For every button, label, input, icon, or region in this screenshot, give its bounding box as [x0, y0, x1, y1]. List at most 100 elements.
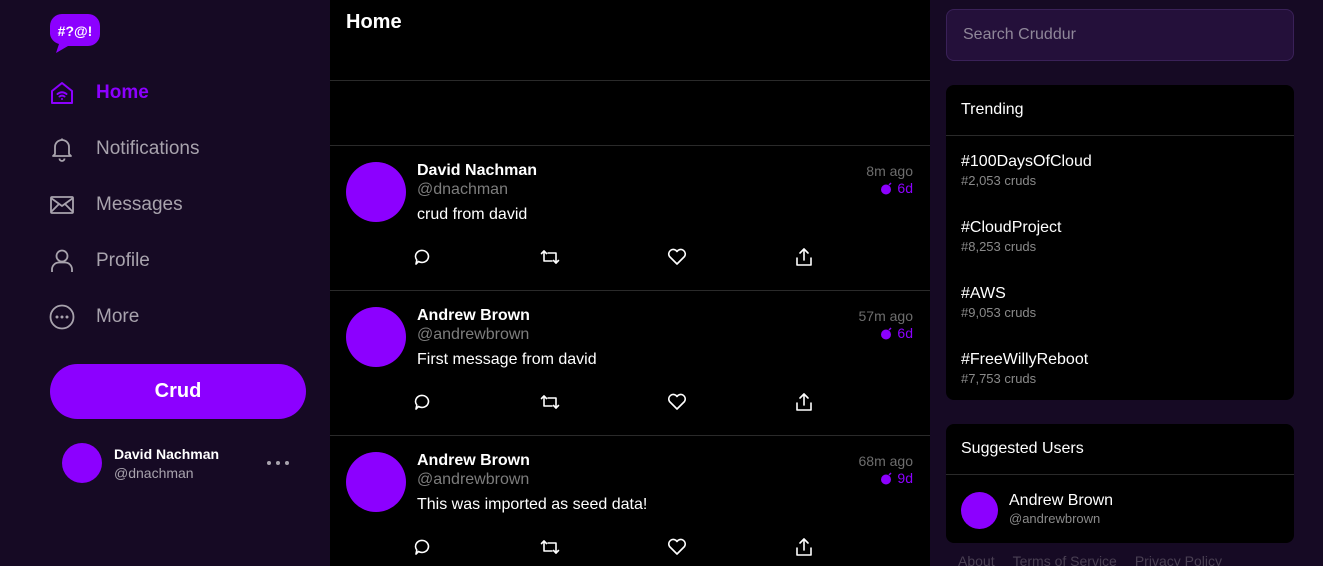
repost-icon — [540, 540, 560, 554]
avatar[interactable] — [346, 452, 406, 512]
reply-button[interactable] — [413, 247, 433, 267]
reply-icon — [414, 539, 430, 555]
post[interactable]: Andrew Brown @andrewbrown First message … — [330, 291, 930, 436]
feed: Home David Nachman @dnachman crud from d… — [330, 0, 930, 566]
post-expires-label: 9d — [897, 470, 913, 486]
sidebar-item-more[interactable]: More — [48, 301, 139, 333]
bomb-icon — [880, 326, 893, 340]
post-display-name[interactable]: Andrew Brown — [417, 307, 530, 325]
app: #?@! Home Notifications Messages Profile… — [0, 0, 1323, 566]
reply-icon — [414, 394, 430, 410]
trend-name: #FreeWillyReboot — [961, 351, 1089, 368]
share-icon — [796, 248, 812, 266]
post-expires-label: 6d — [897, 325, 913, 341]
profile-handle: @dnachman — [114, 465, 194, 481]
sidebar-item-profile[interactable]: Profile — [48, 245, 150, 277]
post-message: This was imported as seed data! — [417, 496, 648, 513]
trend-count: #7,753 cruds — [961, 371, 1037, 386]
repost-icon — [540, 395, 560, 409]
logo[interactable]: #?@! — [50, 12, 100, 54]
repost-button[interactable] — [540, 392, 560, 412]
heart-icon — [667, 538, 687, 555]
dot-icon — [285, 461, 289, 465]
person-icon — [48, 247, 76, 275]
trend-item[interactable]: #100DaysOfCloud #2,053 cruds — [946, 136, 1294, 202]
share-icon — [796, 538, 812, 556]
profile-name: David Nachman — [114, 446, 220, 462]
post-expires: 6d — [880, 180, 913, 196]
reply-button[interactable] — [413, 537, 433, 557]
post-expires-label: 6d — [897, 180, 913, 196]
trending-panel: Trending #100DaysOfCloud #2,053 cruds #C… — [946, 85, 1294, 400]
post[interactable]: David Nachman @dnachman crud from david … — [330, 146, 930, 291]
more-circle-icon — [48, 303, 76, 331]
footer-links: About Terms of Service Privacy Policy — [958, 553, 1222, 566]
post[interactable]: Andrew Brown @andrewbrown This was impor… — [330, 436, 930, 566]
repost-icon — [540, 250, 560, 264]
share-button[interactable] — [794, 392, 814, 412]
profile-menu-button[interactable] — [267, 453, 289, 473]
dot-icon — [267, 461, 271, 465]
post-time-ago: 57m ago — [858, 308, 913, 324]
post-display-name[interactable]: Andrew Brown — [417, 452, 530, 470]
bomb-icon — [880, 471, 893, 485]
avatar[interactable] — [346, 162, 406, 222]
crud-button[interactable]: Crud — [50, 364, 306, 419]
post-handle[interactable]: @andrewbrown — [417, 326, 529, 344]
sidebar: #?@! Home Notifications Messages Profile… — [0, 0, 330, 566]
sidebar-item-notifications[interactable]: Notifications — [48, 133, 200, 165]
feed-header: Home — [330, 0, 930, 81]
sidebar-item-label: More — [96, 306, 140, 327]
post-time-ago: 8m ago — [866, 163, 913, 179]
reply-button[interactable] — [413, 392, 433, 412]
avatar — [961, 492, 998, 529]
share-button[interactable] — [794, 537, 814, 557]
post-message: crud from david — [417, 206, 528, 223]
footer-link-terms[interactable]: Terms of Service — [1013, 553, 1117, 566]
like-button[interactable] — [667, 392, 687, 412]
avatar — [62, 443, 102, 483]
share-icon — [796, 393, 812, 411]
post-time-ago: 68m ago — [858, 453, 913, 469]
trending-title: Trending — [946, 85, 1294, 136]
share-button[interactable] — [794, 247, 814, 267]
sidebar-item-label: Profile — [96, 250, 150, 271]
suggested-users-title: Suggested Users — [946, 424, 1294, 475]
bomb-icon — [880, 181, 893, 195]
avatar[interactable] — [346, 307, 406, 367]
sidebar-item-label: Notifications — [96, 138, 200, 159]
sidebar-item-messages[interactable]: Messages — [48, 189, 183, 221]
footer-link-privacy[interactable]: Privacy Policy — [1135, 553, 1222, 566]
trend-name: #AWS — [961, 285, 1006, 302]
reply-icon — [414, 249, 430, 265]
profile-box[interactable]: David Nachman @dnachman — [62, 443, 292, 483]
bell-icon — [48, 135, 76, 163]
trend-item[interactable]: #FreeWillyReboot #7,753 cruds — [946, 334, 1294, 400]
post-expires: 6d — [880, 325, 913, 341]
suggested-users-panel: Suggested Users Andrew Brown @andrewbrow… — [946, 424, 1294, 543]
search-input[interactable] — [946, 9, 1294, 61]
trend-item[interactable]: #AWS #9,053 cruds — [946, 268, 1294, 334]
repost-button[interactable] — [540, 537, 560, 557]
sidebar-item-home[interactable]: Home — [48, 77, 149, 109]
heart-icon — [667, 248, 687, 265]
footer-link-about[interactable]: About — [958, 553, 995, 566]
envelope-icon — [48, 191, 76, 219]
suggested-user-handle: @andrewbrown — [1009, 511, 1101, 526]
logo-text: #?@! — [58, 23, 93, 39]
trend-count: #8,253 cruds — [961, 239, 1037, 254]
post-display-name[interactable]: David Nachman — [417, 162, 537, 180]
sidebar-item-label: Messages — [96, 194, 183, 215]
sidebar-item-label: Home — [96, 82, 149, 103]
trend-item[interactable]: #CloudProject #8,253 cruds — [946, 202, 1294, 268]
suggested-user[interactable]: Andrew Brown @andrewbrown — [946, 475, 1294, 543]
like-button[interactable] — [667, 537, 687, 557]
trend-name: #CloudProject — [961, 219, 1062, 236]
like-button[interactable] — [667, 247, 687, 267]
trend-count: #9,053 cruds — [961, 305, 1037, 320]
page-title: Home — [346, 11, 402, 33]
post-handle[interactable]: @dnachman — [417, 181, 508, 199]
post-handle[interactable]: @andrewbrown — [417, 471, 529, 489]
post-message: First message from david — [417, 351, 597, 368]
repost-button[interactable] — [540, 247, 560, 267]
